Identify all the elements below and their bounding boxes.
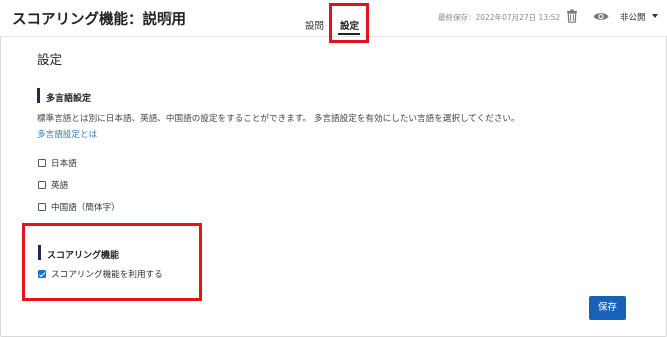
visibility-dropdown[interactable]: 非公開 (620, 11, 646, 23)
language-option-japanese[interactable]: 日本語 (38, 157, 77, 169)
multilingual-section-title: 多言語設定 (46, 94, 92, 104)
save-button[interactable]: 保存 (589, 296, 626, 320)
language-option-chinese[interactable]: 中国語（簡体字） (38, 201, 120, 213)
last-saved-text: 最終保存：2022年07月27日 13:52 (438, 13, 561, 22)
checkbox-japanese[interactable] (38, 159, 46, 167)
pencil-icon[interactable] (160, 10, 174, 24)
section-marker (37, 88, 40, 103)
tab-questions[interactable]: 設問 (305, 18, 324, 32)
language-option-english[interactable]: 英語 (38, 179, 68, 191)
checkbox-label: 中国語（簡体字） (51, 203, 120, 213)
highlight-box (22, 223, 202, 301)
multilingual-description: 標準言語とは別に日本語、英語、中国語の設定をすることができます。 多言語設定を有… (37, 114, 520, 124)
checkbox-label: 日本語 (51, 159, 77, 169)
page-title: 設定 (37, 52, 63, 67)
checkbox-english[interactable] (38, 181, 46, 189)
multilingual-help-link[interactable]: 多言語設定とは (37, 128, 97, 140)
checkbox-chinese[interactable] (38, 203, 46, 211)
chevron-down-icon[interactable] (652, 14, 658, 18)
checkbox-label: 英語 (51, 181, 69, 191)
highlight-box (329, 3, 369, 43)
eye-icon[interactable] (593, 11, 609, 22)
trash-icon[interactable] (566, 9, 578, 23)
